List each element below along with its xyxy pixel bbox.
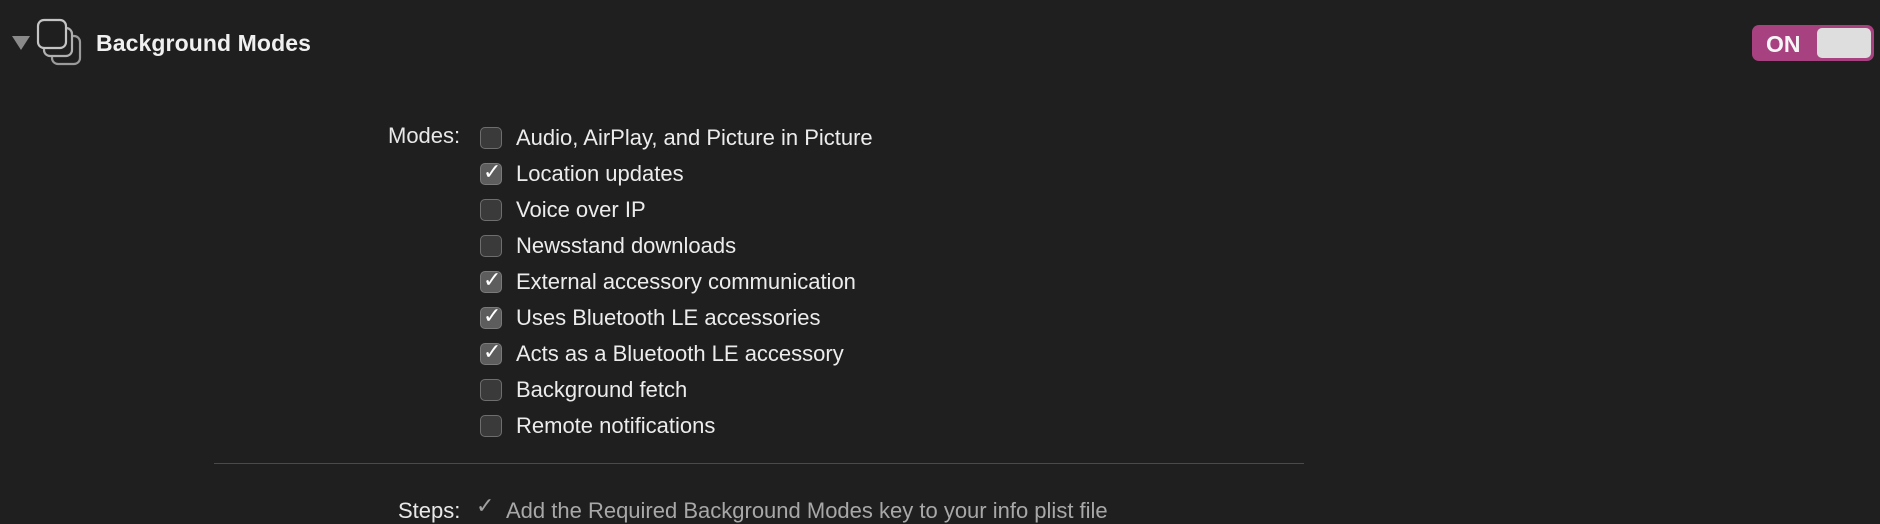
capability-panel: Background Modes ON Modes: ✓ Audio, AirP… bbox=[0, 0, 1880, 524]
mode-option-voip[interactable]: ✓ Voice over IP bbox=[480, 192, 1380, 228]
mode-option-newsstand[interactable]: ✓ Newsstand downloads bbox=[480, 228, 1380, 264]
mode-option-background-fetch[interactable]: ✓ Background fetch bbox=[480, 372, 1380, 408]
mode-option-label: Location updates bbox=[516, 161, 684, 186]
checkbox[interactable]: ✓ bbox=[480, 235, 502, 257]
checkmark-icon: ✓ bbox=[483, 304, 502, 329]
step-text: Add the Required Background Modes key to… bbox=[506, 498, 1108, 523]
mode-option-label: Voice over IP bbox=[516, 197, 646, 222]
mode-option-external-accessory[interactable]: ✓ External accessory communication bbox=[480, 264, 1380, 300]
toggle-label: ON bbox=[1766, 31, 1801, 57]
mode-option-audio[interactable]: ✓ Audio, AirPlay, and Picture in Picture bbox=[480, 120, 1380, 156]
mode-option-bluetooth-peripheral[interactable]: ✓ Acts as a Bluetooth LE accessory bbox=[480, 336, 1380, 372]
checkbox[interactable]: ✓ bbox=[480, 340, 502, 365]
mode-option-label: Acts as a Bluetooth LE accessory bbox=[516, 341, 844, 366]
mode-option-label: Remote notifications bbox=[516, 413, 716, 438]
mode-option-label: External accessory communication bbox=[516, 269, 856, 294]
checkbox[interactable]: ✓ bbox=[480, 160, 502, 185]
checkbox[interactable]: ✓ bbox=[480, 199, 502, 221]
checkmark-icon: ✓ bbox=[483, 340, 502, 365]
disclosure-triangle-icon[interactable] bbox=[12, 36, 30, 50]
checkbox[interactable]: ✓ bbox=[480, 379, 502, 401]
capability-title: Background Modes bbox=[96, 30, 312, 56]
mode-option-label: Background fetch bbox=[516, 377, 688, 402]
background-modes-icon bbox=[36, 18, 82, 66]
section-divider bbox=[214, 463, 1304, 464]
checkbox[interactable]: ✓ bbox=[480, 415, 502, 437]
mode-option-label: Uses Bluetooth LE accessories bbox=[516, 305, 821, 330]
steps-label: Steps: bbox=[398, 498, 461, 523]
toggle-knob bbox=[1817, 28, 1871, 58]
checkmark-icon: ✓ bbox=[483, 268, 502, 293]
modes-options: ✓ Audio, AirPlay, and Picture in Picture… bbox=[480, 120, 1380, 444]
mode-option-label: Newsstand downloads bbox=[516, 233, 737, 258]
mode-option-label: Audio, AirPlay, and Picture in Picture bbox=[516, 125, 873, 150]
checkbox[interactable]: ✓ bbox=[480, 268, 502, 293]
modes-label: Modes: bbox=[388, 123, 461, 148]
mode-option-bluetooth-central[interactable]: ✓ Uses Bluetooth LE accessories bbox=[480, 300, 1380, 336]
mode-option-location[interactable]: ✓ Location updates bbox=[480, 156, 1380, 192]
checkbox[interactable]: ✓ bbox=[480, 127, 502, 149]
mode-option-remote-notifications[interactable]: ✓ Remote notifications bbox=[480, 408, 1380, 444]
checkbox[interactable]: ✓ bbox=[480, 304, 502, 329]
checkmark-icon: ✓ bbox=[483, 160, 502, 185]
capability-toggle[interactable]: ON bbox=[1752, 25, 1874, 61]
capability-header: Background Modes ON bbox=[0, 0, 1880, 88]
step-checkmark-icon: ✓ bbox=[476, 494, 495, 519]
